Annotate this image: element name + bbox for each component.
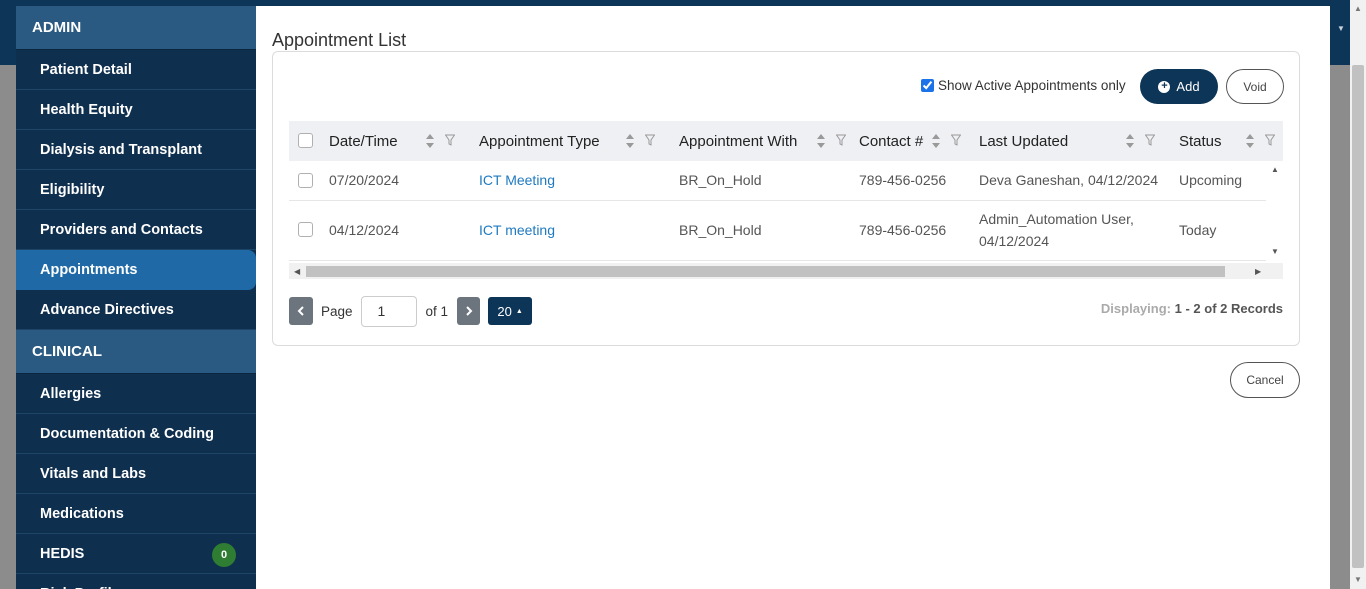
cell-appointment-with: BR_On_Hold bbox=[679, 222, 762, 238]
show-active-toggle[interactable]: Show Active Appointments only bbox=[921, 78, 1126, 93]
appointments-table: Date/Time Appointment Type Appointment W… bbox=[289, 121, 1283, 279]
sidebar-item-hedis[interactable]: HEDIS 0 bbox=[16, 534, 256, 574]
cell-last-updated-line2: 04/12/2024 bbox=[979, 233, 1050, 249]
filter-icon[interactable] bbox=[1265, 134, 1275, 146]
sidebar-item-dialysis-transplant[interactable]: Dialysis and Transplant bbox=[16, 130, 256, 170]
sidebar-item-advance-directives[interactable]: Advance Directives bbox=[16, 290, 256, 330]
table-header: Date/Time Appointment Type Appointment W… bbox=[289, 121, 1283, 161]
scroll-up-icon[interactable]: ▲ bbox=[1354, 4, 1362, 13]
table-vertical-scrollbar[interactable]: ▲ ▼ bbox=[1266, 161, 1283, 263]
chevron-right-icon bbox=[465, 306, 472, 316]
sidebar-item-risk-profile[interactable]: Risk Profile bbox=[16, 574, 256, 589]
page-size-value: 20 bbox=[497, 303, 512, 319]
caret-up-icon: ▲ bbox=[515, 307, 523, 315]
records-count: 1 - 2 of 2 Records bbox=[1174, 301, 1283, 316]
sidebar-section-admin[interactable]: ADMIN bbox=[16, 6, 256, 50]
row-checkbox[interactable] bbox=[298, 222, 313, 237]
show-active-label: Show Active Appointments only bbox=[938, 78, 1126, 93]
sort-icon[interactable] bbox=[425, 133, 435, 149]
sidebar-item-providers-contacts[interactable]: Providers and Contacts bbox=[16, 210, 256, 250]
table-horizontal-scrollbar[interactable]: ◀ ▶ bbox=[289, 263, 1283, 279]
cell-appointment-type-link[interactable]: ICT Meeting bbox=[479, 169, 555, 191]
prev-page-button[interactable] bbox=[289, 297, 313, 325]
column-header-type[interactable]: Appointment Type bbox=[479, 121, 600, 161]
cell-date: 04/12/2024 bbox=[329, 222, 400, 238]
sort-icon[interactable] bbox=[816, 133, 826, 149]
cell-date: 07/20/2024 bbox=[329, 172, 400, 188]
horizontal-scroll-thumb[interactable] bbox=[306, 266, 1225, 277]
chevron-left-icon bbox=[297, 306, 304, 316]
sidebar-item-vitals-labs[interactable]: Vitals and Labs bbox=[16, 454, 256, 494]
cancel-button[interactable]: Cancel bbox=[1230, 362, 1300, 398]
appointment-list-modal: Appointment List Show Active Appointment… bbox=[256, 6, 1318, 589]
column-header-with[interactable]: Appointment With bbox=[679, 121, 797, 161]
cell-contact: 789-456-0256 bbox=[859, 222, 947, 238]
sidebar-nav: ADMIN Patient Detail Health Equity Dialy… bbox=[16, 6, 256, 589]
sidebar-item-documentation-coding[interactable]: Documentation & Coding bbox=[16, 414, 256, 454]
page-scrollbar[interactable]: ▲ ▼ bbox=[1350, 0, 1366, 589]
sort-icon[interactable] bbox=[1245, 133, 1255, 149]
sidebar-item-patient-detail[interactable]: Patient Detail bbox=[16, 50, 256, 90]
cell-appointment-type-link[interactable]: ICT meeting bbox=[479, 219, 555, 241]
cell-status: Upcoming bbox=[1179, 172, 1243, 188]
table-row[interactable]: 04/12/2024 ICT meeting BR_On_Hold 789-45… bbox=[289, 201, 1266, 261]
appointment-card: Show Active Appointments only + Add Void… bbox=[272, 51, 1300, 346]
scroll-right-icon[interactable]: ▶ bbox=[1255, 267, 1261, 276]
filter-icon[interactable] bbox=[1145, 134, 1155, 146]
backdrop-header-left bbox=[0, 0, 16, 65]
caret-down-icon: ▼ bbox=[1337, 24, 1345, 33]
filter-icon[interactable] bbox=[645, 134, 655, 146]
sidebar-item-label: HEDIS bbox=[40, 545, 85, 562]
filter-icon[interactable] bbox=[445, 134, 455, 146]
sort-icon[interactable] bbox=[625, 133, 635, 149]
sidebar-item-allergies[interactable]: Allergies bbox=[16, 374, 256, 414]
sidebar-item-appointments[interactable]: Appointments bbox=[16, 250, 256, 290]
table-row[interactable]: 07/20/2024 ICT Meeting BR_On_Hold 789-45… bbox=[289, 161, 1266, 201]
add-button[interactable]: + Add bbox=[1140, 69, 1218, 104]
cell-appointment-with: BR_On_Hold bbox=[679, 172, 762, 188]
displaying-label: Displaying: bbox=[1100, 301, 1171, 316]
next-page-button[interactable] bbox=[457, 297, 481, 325]
sort-icon[interactable] bbox=[1125, 133, 1135, 149]
sidebar-item-health-equity[interactable]: Health Equity bbox=[16, 90, 256, 130]
page-size-button[interactable]: 20 ▲ bbox=[488, 297, 533, 325]
column-header-last-updated[interactable]: Last Updated bbox=[979, 121, 1068, 161]
add-button-label: Add bbox=[1176, 79, 1200, 94]
page-count-label: of 1 bbox=[425, 303, 449, 319]
displaying-records: Displaying: 1 - 2 of 2 Records bbox=[1101, 301, 1283, 316]
modal-backdrop-left bbox=[0, 65, 16, 589]
page-label: Page bbox=[321, 303, 353, 319]
scroll-down-icon[interactable]: ▼ bbox=[1271, 247, 1279, 256]
void-button[interactable]: Void bbox=[1226, 69, 1284, 104]
cell-contact: 789-456-0256 bbox=[859, 172, 947, 188]
filter-icon[interactable] bbox=[951, 134, 961, 146]
column-header-status[interactable]: Status bbox=[1179, 121, 1222, 161]
cell-last-updated: Deva Ganeshan, 04/12/2024 bbox=[979, 172, 1159, 188]
scroll-down-icon[interactable]: ▼ bbox=[1354, 575, 1362, 584]
scroll-left-icon[interactable]: ◀ bbox=[294, 267, 300, 276]
filter-icon[interactable] bbox=[836, 134, 846, 146]
page-number-input[interactable] bbox=[360, 295, 417, 327]
page-scroll-thumb[interactable] bbox=[1352, 65, 1364, 568]
modal-title: Appointment List bbox=[272, 30, 407, 50]
scroll-up-icon[interactable]: ▲ bbox=[1271, 165, 1279, 174]
modal-backdrop-right bbox=[1330, 65, 1350, 589]
column-header-date[interactable]: Date/Time bbox=[329, 121, 398, 161]
plus-circle-icon: + bbox=[1158, 80, 1171, 93]
hedis-count-badge: 0 bbox=[212, 543, 236, 567]
sidebar-item-medications[interactable]: Medications bbox=[16, 494, 256, 534]
cell-last-updated-line1: Admin_Automation User, bbox=[979, 211, 1134, 227]
cell-last-updated: Admin_Automation User, 04/12/2024 bbox=[979, 208, 1134, 252]
show-active-checkbox[interactable] bbox=[921, 79, 934, 92]
pagination: Page of 1 20 ▲ bbox=[289, 295, 533, 327]
select-all-checkbox[interactable] bbox=[298, 133, 313, 148]
column-header-contact[interactable]: Contact # bbox=[859, 121, 923, 161]
sort-icon[interactable] bbox=[931, 133, 941, 149]
sidebar-section-clinical[interactable]: CLINICAL bbox=[16, 330, 256, 374]
sidebar-item-eligibility[interactable]: Eligibility bbox=[16, 170, 256, 210]
row-checkbox[interactable] bbox=[298, 173, 313, 188]
cell-status: Today bbox=[1179, 222, 1217, 238]
